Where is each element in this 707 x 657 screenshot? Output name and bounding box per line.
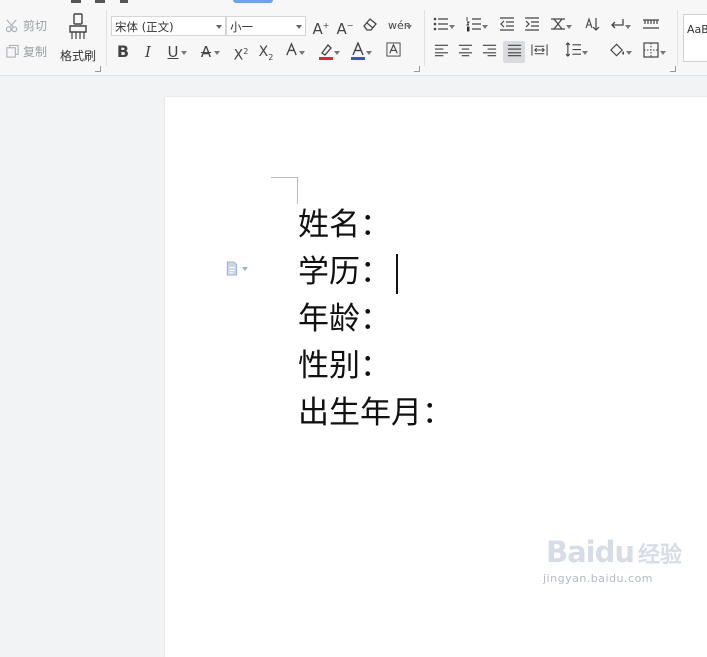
align-right-button[interactable] (481, 42, 497, 62)
chevron-down-icon (216, 25, 222, 29)
paragraph-group-launcher[interactable] (670, 66, 676, 72)
paragraph-menu-button[interactable] (225, 261, 248, 276)
format-painter-button[interactable]: 格式刷 (57, 13, 99, 64)
bullet-list-icon (433, 17, 448, 31)
eraser-icon (363, 18, 377, 31)
subscript-button[interactable]: X2 (256, 42, 276, 62)
chevron-down-icon (296, 25, 302, 29)
numbered-list-icon (466, 17, 481, 32)
highlight-color-button[interactable] (318, 42, 340, 62)
doc-line-gender[interactable]: 性别： (298, 343, 453, 390)
group-divider (677, 10, 678, 66)
font-group-launcher[interactable] (414, 66, 420, 72)
copy-icon (6, 44, 19, 58)
align-left-icon (434, 44, 448, 57)
scissors-icon (5, 19, 18, 33)
group-divider (424, 10, 425, 66)
doc-line-education[interactable]: 学历： (298, 249, 453, 296)
style-preview: AaBl (687, 23, 707, 36)
format-painter-label: 格式刷 (59, 49, 96, 63)
margin-corner-mark (297, 177, 298, 204)
distributed-icon (530, 44, 548, 56)
style-gallery-normal[interactable]: AaBl (683, 14, 707, 62)
pinyin-icon: wén (388, 19, 411, 32)
line-spacing-button[interactable] (564, 42, 588, 62)
watermark-url: jingyan.baidu.com (543, 572, 654, 585)
distributed-align-button[interactable] (530, 42, 548, 62)
tab-indicator (71, 0, 81, 3)
return-arrow-icon (611, 19, 624, 29)
outdent-icon (500, 17, 514, 31)
superscript-button[interactable]: X2 (231, 42, 251, 64)
margin-corner-mark (271, 177, 298, 178)
borders-icon (643, 42, 659, 58)
char-border-icon (385, 42, 401, 57)
align-right-icon (482, 44, 496, 57)
font-color-icon (351, 41, 365, 60)
doc-line-birthdate[interactable]: 出生年月： (298, 390, 453, 437)
highlighter-icon (319, 44, 333, 60)
sort-button[interactable] (584, 16, 600, 36)
document-icon (226, 261, 238, 276)
watermark-cn: 经验 (638, 543, 683, 568)
doc-line-age[interactable]: 年龄： (298, 296, 453, 343)
text-cursor (396, 253, 398, 294)
line-spacing-icon (565, 42, 581, 57)
decrease-font-size-button[interactable]: A− (336, 16, 354, 38)
clipboard-group-launcher[interactable] (95, 66, 101, 72)
bold-button[interactable]: B (115, 42, 131, 62)
numbered-list-button[interactable] (466, 16, 488, 36)
paint-bucket-icon (609, 43, 624, 57)
cut-button[interactable]: 剪切 (5, 17, 47, 34)
font-size-select[interactable]: 小一 (226, 16, 306, 36)
increase-font-size-button[interactable]: A+ (312, 16, 330, 38)
format-painter-icon (69, 13, 87, 39)
paragraph-marks-button[interactable] (609, 16, 631, 36)
text-effect-button[interactable] (283, 42, 305, 62)
clear-format-button[interactable] (361, 16, 379, 36)
document-body[interactable]: 姓名： 学历： 年龄： 性别： 出生年月： (298, 202, 453, 437)
tab-indicator (95, 0, 105, 3)
copy-label: 复制 (23, 45, 48, 59)
borders-button[interactable] (642, 42, 666, 62)
justify-icon (507, 44, 521, 57)
doc-line-education-text: 学历： (298, 254, 391, 290)
font-name-value: 宋体 (正文) (115, 20, 174, 34)
align-center-icon (458, 44, 472, 57)
character-border-button[interactable] (385, 42, 401, 62)
font-name-select[interactable]: 宋体 (正文) (111, 16, 226, 36)
chinese-layout-icon (551, 18, 565, 30)
decrease-indent-button[interactable] (499, 16, 515, 36)
font-color-button[interactable] (350, 41, 372, 62)
cut-label: 剪切 (23, 19, 48, 33)
align-left-button[interactable] (433, 42, 449, 62)
italic-button[interactable]: I (140, 42, 156, 62)
active-tab-indicator (233, 0, 273, 3)
sort-icon (585, 17, 600, 31)
font-size-value: 小一 (230, 20, 253, 34)
indent-icon (525, 17, 539, 31)
group-divider (106, 10, 107, 66)
increase-indent-button[interactable] (524, 16, 540, 36)
text-effect-icon (285, 42, 297, 56)
underline-button[interactable]: U (165, 42, 187, 62)
chevron-down-icon (242, 266, 248, 271)
strikethrough-button[interactable]: A (198, 42, 220, 62)
ruler-icon (643, 19, 659, 29)
copy-button[interactable]: 复制 (5, 43, 47, 60)
align-center-button[interactable] (457, 42, 473, 62)
justify-button[interactable] (503, 41, 525, 63)
table-tools-button[interactable] (642, 16, 660, 36)
shading-button[interactable] (608, 42, 632, 62)
tab-indicator (120, 0, 128, 3)
bullet-list-button[interactable] (433, 16, 455, 36)
doc-line-name[interactable]: 姓名： (298, 202, 453, 249)
ribbon-toolbar: 剪切 复制 格式刷 宋体 (正文) 小一 A+ A− wén B I U A X… (0, 0, 707, 76)
chinese-layout-button[interactable] (550, 16, 572, 36)
pinyin-guide-button[interactable]: wén (388, 16, 412, 36)
watermark-logo: Baidu (546, 535, 635, 569)
watermark: Baidu 经验 jingyan.baidu.com (543, 535, 696, 585)
